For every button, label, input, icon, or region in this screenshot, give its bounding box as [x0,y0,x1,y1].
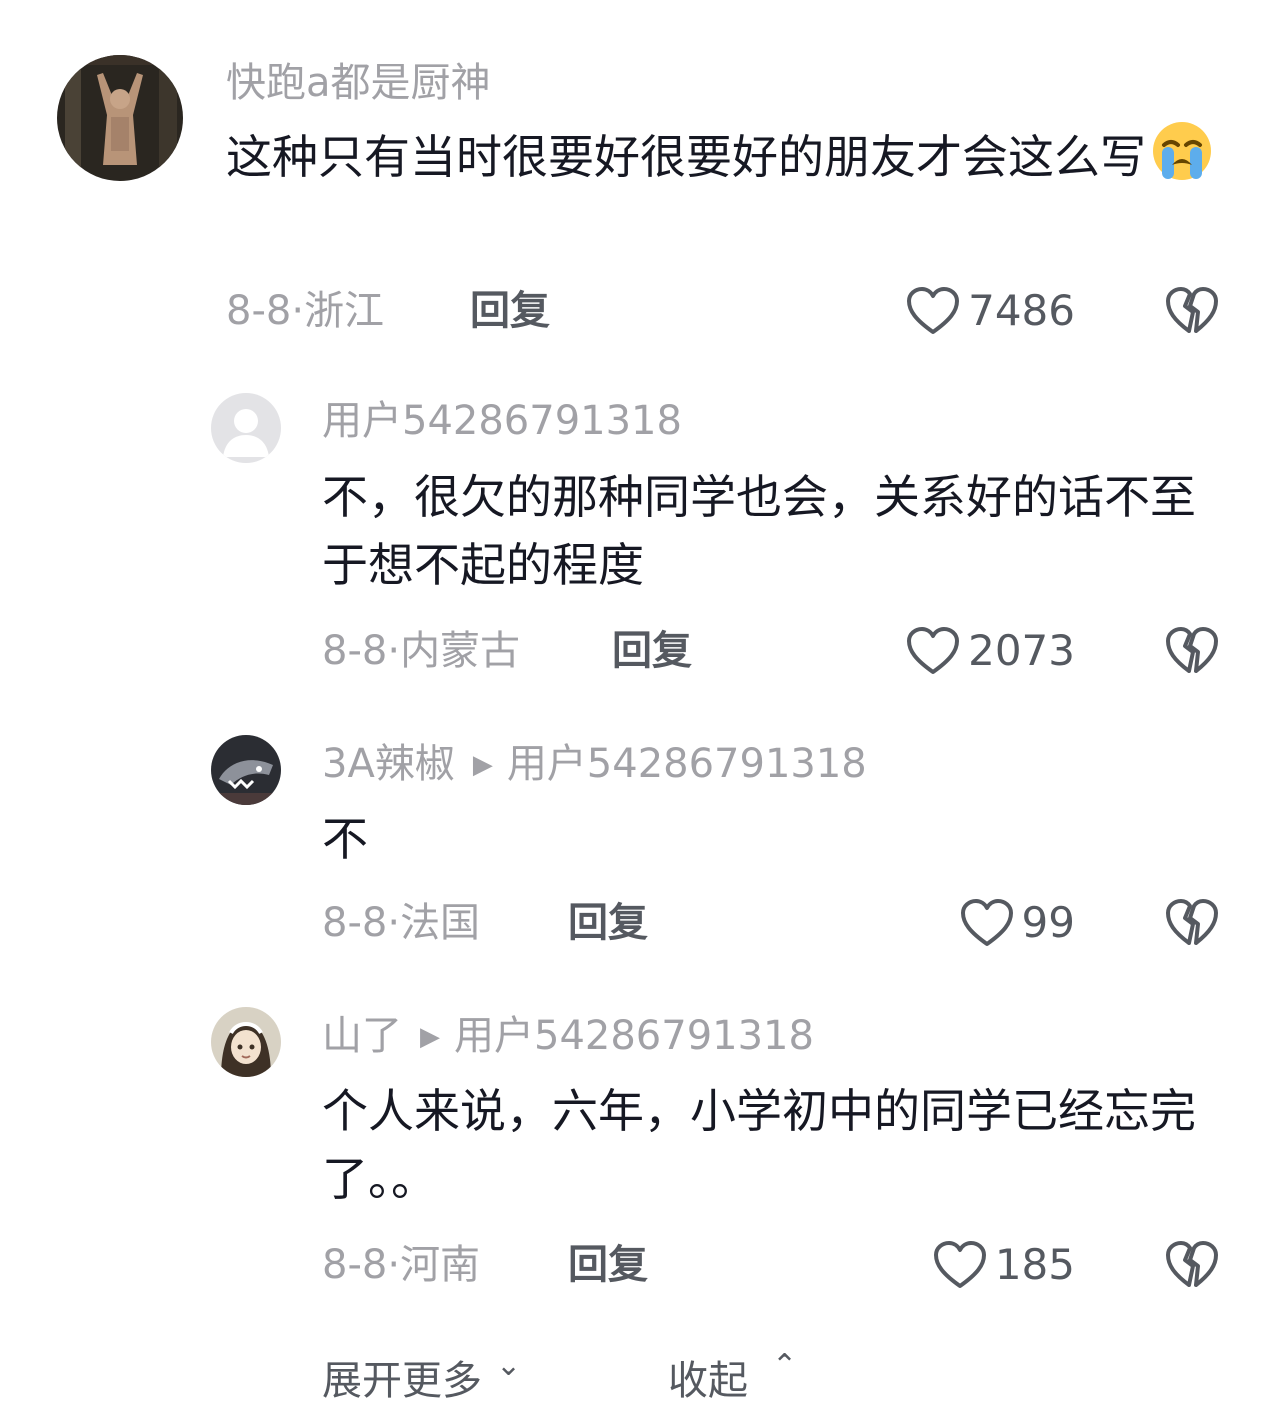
heart-outline-icon [907,287,960,334]
like-count: 2073 [968,626,1075,675]
dislike-button[interactable] [1163,625,1221,677]
play-triangle-icon: ▶ [472,750,493,780]
dislike-button[interactable] [1163,285,1221,337]
comment-location: 浙江 [304,288,385,334]
comment-meta: 8-8·法国 [322,897,480,949]
dislike-button[interactable] [1163,897,1221,949]
like-button[interactable]: 7486 [906,285,1075,337]
username-reply-target[interactable]: 用户54286791318 [507,741,867,787]
reply-button[interactable]: 回复 [568,1239,648,1291]
comment-text: 不 [322,812,368,866]
comment-meta: 8-8·内蒙古 [322,625,520,677]
meta-separator: · [387,900,401,946]
comment-text-body: 这种只有当时很要好很要好的朋友才会这么写 [226,130,1146,184]
comment-text: 这种只有当时很要好很要好的朋友才会这么写 [226,119,1226,191]
comment-text: 不，很欠的那种同学也会，关系好的话不至于想不起的程度 [322,470,1196,592]
comment-location: 内蒙古 [400,628,521,674]
collapse-button[interactable]: 收起 [668,1348,748,1406]
broken-heart-icon [1166,287,1218,333]
meta-separator: · [387,1242,401,1288]
chevron-up-icon: ⌃ [772,1348,798,1383]
expand-more-button[interactable]: 展开更多 [322,1348,482,1406]
meta-separator: · [291,288,305,334]
comment-date: 8-8 [322,1242,388,1288]
username-author[interactable]: 3A辣椒 [322,741,455,787]
username-author[interactable]: 山了 [322,1013,402,1059]
like-count: 99 [1021,898,1075,947]
reply-button[interactable]: 回复 [470,285,550,337]
comment-location: 河南 [400,1242,481,1288]
avatar[interactable] [211,735,281,805]
like-button[interactable]: 185 [933,1239,1075,1291]
reply-button[interactable]: 回复 [612,625,692,677]
comment-date: 8-8 [226,288,292,334]
comment-meta: 8-8·浙江 [226,285,384,337]
avatar[interactable] [211,1007,281,1077]
avatar[interactable] [211,393,281,463]
username[interactable]: 快跑a都是厨神 [226,57,491,109]
comment-text: 个人来说，六年，小学初中的同学已经忘完了。。 [322,1084,1196,1206]
username[interactable]: 用户54286791318 [322,395,682,447]
like-button[interactable]: 99 [960,897,1075,949]
username: 山了 ▶ 用户54286791318 [322,1010,814,1063]
loudly-crying-face-icon [1153,122,1211,180]
broken-heart-icon [1166,899,1218,945]
comment-meta: 8-8·河南 [322,1239,480,1291]
broken-heart-icon [1166,627,1218,673]
heart-outline-icon [933,1241,986,1288]
dislike-button[interactable] [1163,1239,1221,1291]
heart-outline-icon [960,899,1013,946]
comment-date: 8-8 [322,628,388,674]
like-count: 185 [994,1240,1075,1289]
meta-separator: · [387,628,401,674]
comment-date: 8-8 [322,900,388,946]
like-button[interactable]: 2073 [906,625,1075,677]
username: 3A辣椒 ▶ 用户54286791318 [322,738,867,791]
play-triangle-icon: ▶ [420,1022,440,1052]
broken-heart-icon [1166,1241,1218,1287]
avatar[interactable] [57,55,183,181]
comment-location: 法国 [400,900,481,946]
chevron-down-icon: ⌄ [496,1348,522,1383]
reply-button[interactable]: 回复 [568,897,648,949]
like-count: 7486 [968,286,1075,335]
username-reply-target[interactable]: 用户54286791318 [454,1013,814,1059]
heart-outline-icon [907,627,960,674]
